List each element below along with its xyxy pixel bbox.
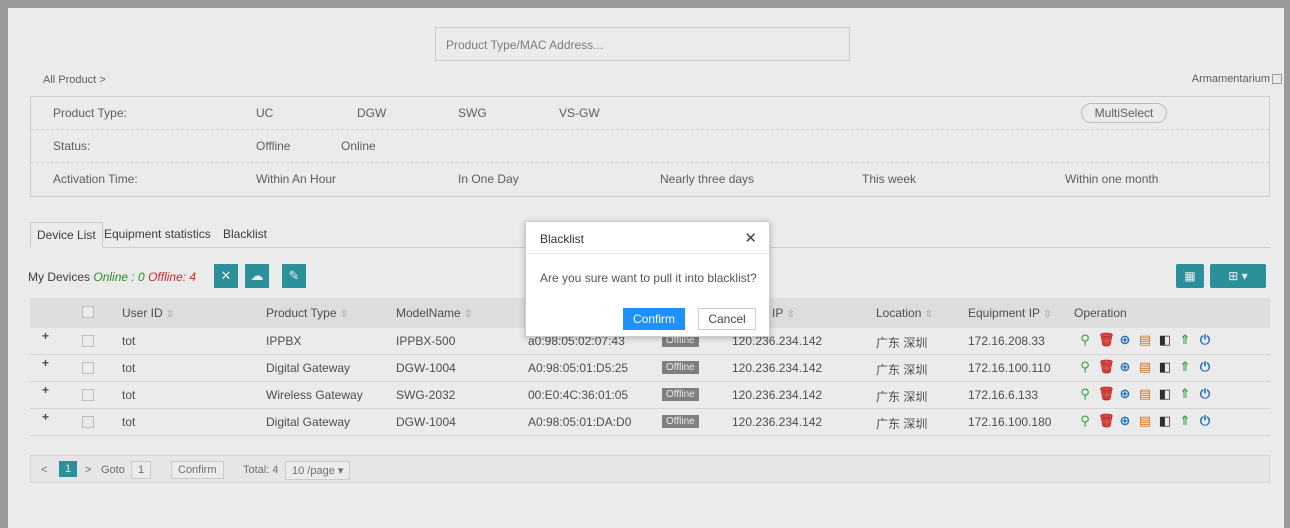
- dialog-header: Blacklist ✕: [526, 222, 769, 254]
- confirm-button[interactable]: Confirm: [623, 308, 685, 330]
- dialog-message: Are you sure want to pull it into blackl…: [540, 271, 757, 285]
- close-icon[interactable]: ✕: [744, 229, 757, 247]
- dialog-title: Blacklist: [540, 232, 585, 246]
- blacklist-dialog: Blacklist ✕ Are you sure want to pull it…: [525, 221, 770, 337]
- cancel-button[interactable]: Cancel: [698, 308, 756, 330]
